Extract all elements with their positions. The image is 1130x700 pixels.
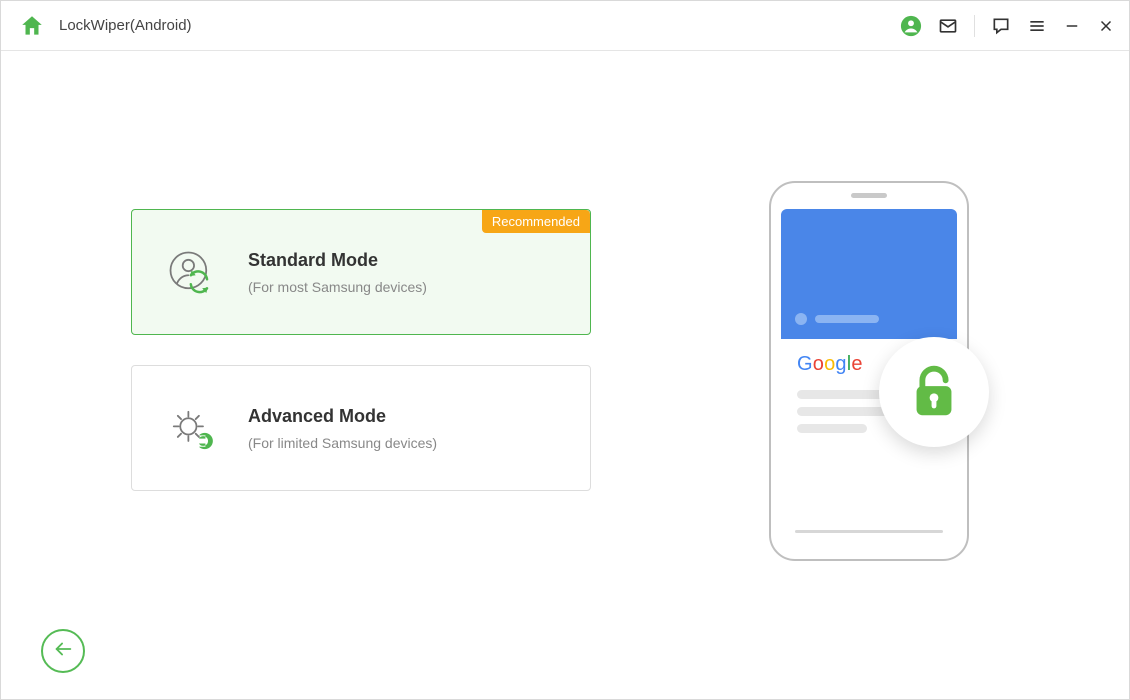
recommended-badge: Recommended: [482, 210, 590, 233]
account-icon[interactable]: [900, 15, 922, 37]
standard-mode-card[interactable]: Recommended Standard Mode (For most Sams: [131, 209, 591, 335]
titlebar-left: LockWiper(Android): [19, 13, 192, 39]
close-icon[interactable]: [1097, 17, 1115, 35]
advanced-mode-card[interactable]: Advanced Mode (For limited Samsung devic…: [131, 365, 591, 491]
modes-column: Recommended Standard Mode (For most Sams: [131, 209, 591, 521]
unlock-icon: [903, 359, 965, 426]
mail-icon[interactable]: [938, 16, 958, 36]
minimize-icon[interactable]: [1063, 17, 1081, 35]
back-button[interactable]: [41, 629, 85, 673]
app-window: LockWiper(Android): [0, 0, 1130, 700]
phone-illustration: Google: [749, 181, 989, 581]
standard-mode-texts: Standard Mode (For most Samsung devices): [248, 250, 427, 295]
phone-speaker: [851, 193, 887, 198]
header-line: [815, 315, 879, 323]
app-title: LockWiper(Android): [59, 17, 192, 34]
titlebar: LockWiper(Android): [1, 1, 1129, 51]
placeholder-row: [797, 424, 867, 433]
advanced-mode-subtitle: (For limited Samsung devices): [248, 435, 437, 451]
unlock-badge: [879, 337, 989, 447]
phone-header-pane: [781, 209, 957, 339]
refresh-user-icon: [160, 242, 220, 302]
gear-g-icon: [160, 398, 220, 458]
phone-bottom-line: [795, 530, 943, 533]
avatar-dot: [795, 313, 807, 325]
standard-mode-title: Standard Mode: [248, 250, 427, 271]
content: Recommended Standard Mode (For most Sams: [1, 51, 1129, 699]
standard-mode-subtitle: (For most Samsung devices): [248, 279, 427, 295]
menu-icon[interactable]: [1027, 16, 1047, 36]
feedback-icon[interactable]: [991, 16, 1011, 36]
titlebar-right: [900, 15, 1115, 37]
advanced-mode-texts: Advanced Mode (For limited Samsung devic…: [248, 406, 437, 451]
home-icon[interactable]: [19, 13, 45, 39]
advanced-mode-title: Advanced Mode: [248, 406, 437, 427]
separator: [974, 15, 975, 37]
arrow-left-icon: [52, 638, 74, 665]
